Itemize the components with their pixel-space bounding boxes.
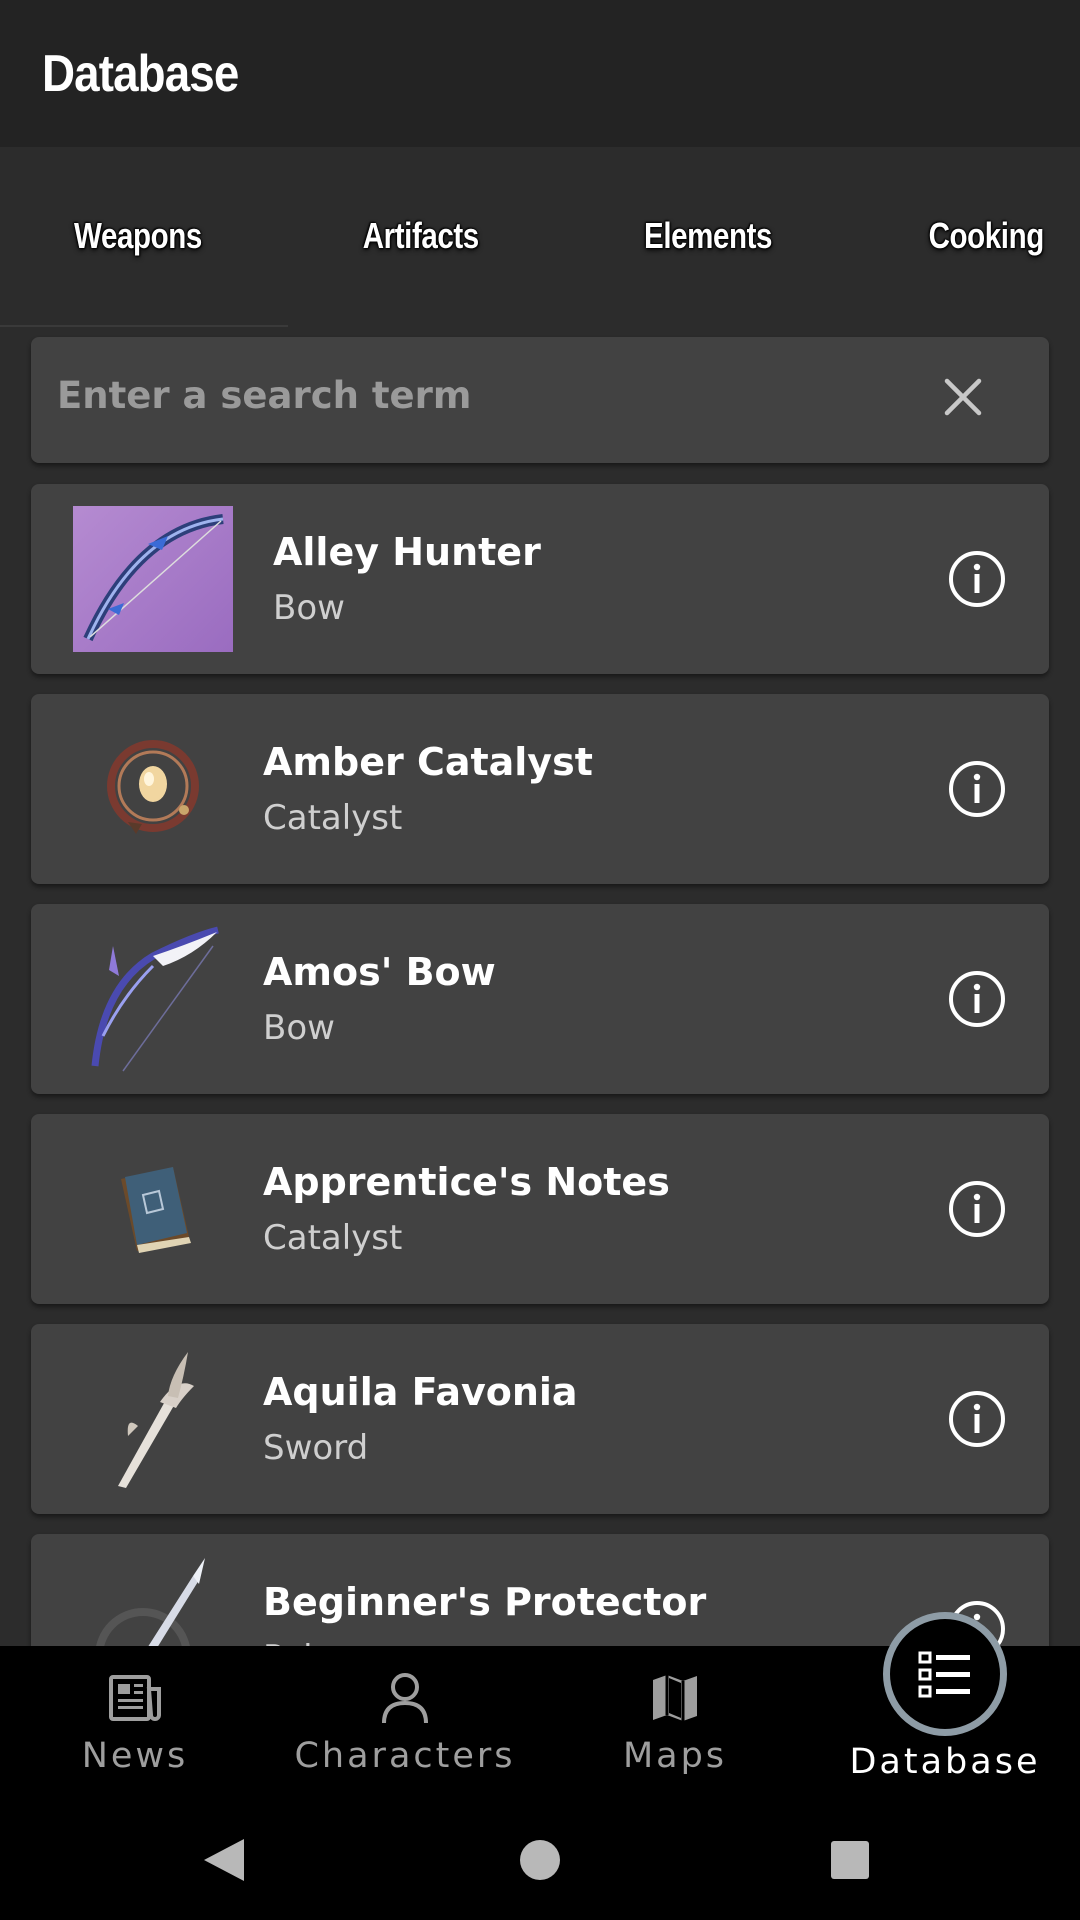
list-item[interactable]: Aquila Favonia Sword	[31, 1324, 1049, 1514]
clear-search-button[interactable]	[931, 365, 995, 429]
item-type: Catalyst	[263, 1218, 403, 1258]
item-name: Alley Hunter	[273, 530, 541, 574]
tab-cooking[interactable]: Cooking	[929, 215, 1045, 257]
list-item[interactable]: Alley Hunter Bow	[31, 484, 1049, 674]
system-navigation-bar	[0, 1796, 1080, 1920]
person-icon	[375, 1668, 435, 1728]
info-icon	[949, 1391, 1005, 1447]
nav-characters[interactable]: Characters	[270, 1646, 540, 1796]
weapon-thumbnail	[73, 1136, 233, 1282]
weapon-list: Alley Hunter Bow Amber Catalyst Catalyst	[0, 473, 1080, 1646]
close-icon	[944, 378, 982, 416]
map-icon	[645, 1668, 705, 1728]
info-icon	[949, 971, 1005, 1027]
item-type: Polearm	[263, 1638, 401, 1646]
list-item[interactable]: Apprentice's Notes Catalyst	[31, 1114, 1049, 1304]
item-name: Aquila Favonia	[263, 1370, 578, 1414]
book-icon	[121, 1167, 191, 1253]
nav-label: Maps	[622, 1736, 728, 1776]
search-input[interactable]	[57, 365, 877, 425]
item-type: Bow	[273, 588, 345, 628]
weapon-thumbnail	[73, 1556, 233, 1646]
app-bar: Database	[0, 0, 1080, 147]
info-icon	[949, 551, 1005, 607]
catalyst-orb-icon	[107, 740, 199, 834]
nav-maps[interactable]: Maps	[540, 1646, 810, 1796]
item-name: Apprentice's Notes	[263, 1160, 670, 1204]
back-button[interactable]	[196, 1832, 252, 1888]
item-type: Bow	[263, 1008, 335, 1048]
info-button[interactable]	[947, 549, 1007, 609]
search-bar	[31, 337, 1049, 463]
weapon-thumbnail	[73, 926, 233, 1072]
tab-elements[interactable]: Elements	[644, 215, 772, 257]
info-icon	[949, 761, 1005, 817]
newspaper-icon	[105, 1668, 165, 1728]
back-icon	[204, 1839, 244, 1881]
page-title: Database	[42, 44, 239, 103]
list-item[interactable]: Amos' Bow Bow	[31, 904, 1049, 1094]
tab-indicator	[0, 325, 288, 327]
weapon-thumbnail	[73, 716, 233, 862]
recents-button[interactable]	[822, 1832, 878, 1888]
info-button[interactable]	[947, 969, 1007, 1029]
item-name: Beginner's Protector	[263, 1580, 707, 1624]
info-icon	[949, 1181, 1005, 1237]
list-icon	[918, 1651, 970, 1698]
nav-label: Characters	[294, 1736, 516, 1776]
info-button[interactable]	[947, 1389, 1007, 1449]
nav-label: News	[81, 1736, 189, 1776]
list-item[interactable]: Amber Catalyst Catalyst	[31, 694, 1049, 884]
nav-label: Database	[849, 1742, 1041, 1782]
weapon-thumbnail	[73, 1346, 233, 1492]
home-button[interactable]	[512, 1832, 568, 1888]
item-name: Amos' Bow	[263, 950, 496, 994]
item-type: Catalyst	[263, 798, 403, 838]
weapon-thumbnail	[73, 506, 233, 652]
bow-icon	[91, 926, 219, 1072]
database-active-button[interactable]	[883, 1612, 1007, 1736]
list-item[interactable]: Beginner's Protector Polearm	[31, 1534, 1049, 1646]
info-button[interactable]	[947, 1179, 1007, 1239]
item-name: Amber Catalyst	[263, 740, 593, 784]
bow-icon	[83, 514, 224, 642]
category-tabs: Weapons Artifacts Elements Cooking	[0, 147, 1080, 327]
home-icon	[520, 1840, 560, 1880]
item-type: Sword	[263, 1428, 369, 1468]
polearm-icon	[96, 1558, 205, 1646]
tab-artifacts[interactable]: Artifacts	[363, 215, 479, 257]
info-button[interactable]	[947, 759, 1007, 819]
tab-weapons[interactable]: Weapons	[74, 215, 202, 257]
sword-icon	[118, 1352, 194, 1488]
nav-news[interactable]: News	[0, 1646, 270, 1796]
recents-icon	[831, 1841, 869, 1879]
